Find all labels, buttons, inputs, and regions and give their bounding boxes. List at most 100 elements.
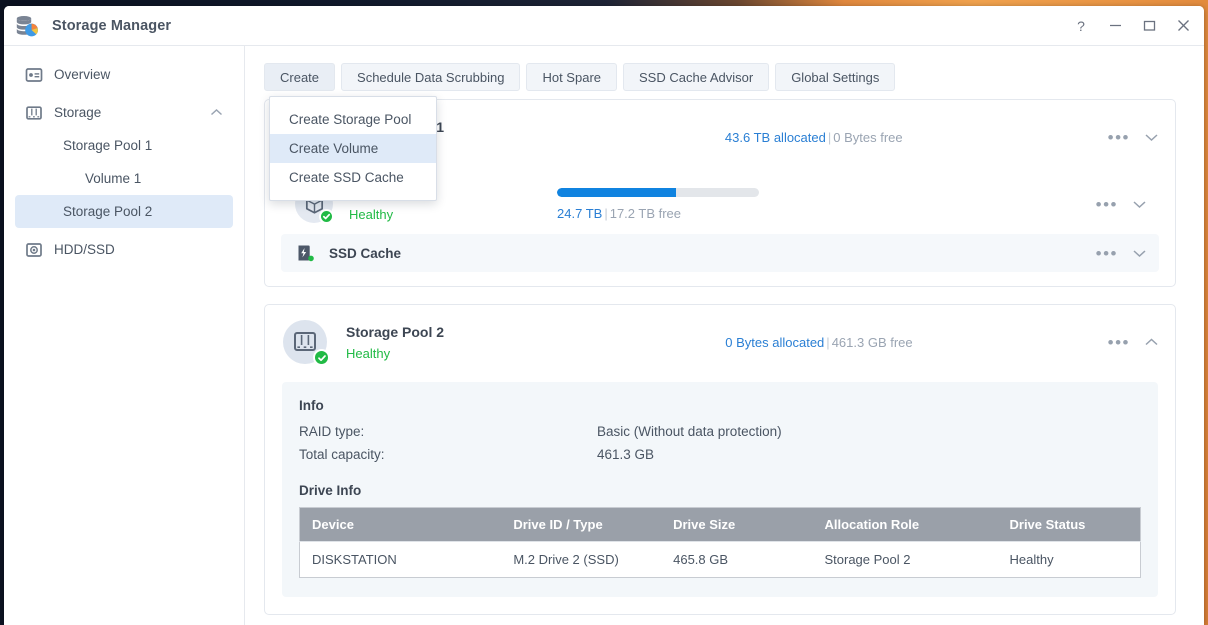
create-button[interactable]: Create [264,63,335,91]
status-badge-healthy-icon [313,349,330,366]
chevron-up-icon[interactable] [210,105,223,120]
volume-1-used: 24.7 TB [557,206,602,221]
storage-pool-2-texts: Storage Pool 2 Healthy [346,324,444,361]
schedule-data-scrubbing-button[interactable]: Schedule Data Scrubbing [341,63,520,91]
separator: | [824,335,831,350]
volume-1-usage: 24.7 TB|17.2 TB free [557,188,762,221]
global-settings-button[interactable]: Global Settings [775,63,895,91]
cell-drive-size: 465.8 GB [661,542,812,578]
main-content: Create Schedule Data Scrubbing Hot Spare… [245,46,1204,625]
menu-item-create-volume[interactable]: Create Volume [270,134,436,163]
more-options-icon[interactable]: ••• [1108,129,1130,146]
drive-info-table-head: Device Drive ID / Type Drive Size Alloca… [300,508,1141,542]
volume-1-status: Healthy [349,207,408,222]
info-key: RAID type: [299,424,597,439]
info-row: Total capacity: 461.3 GB [299,447,1141,462]
sidebar-item-label: Storage Pool 1 [63,138,152,153]
sidebar-item-label: HDD/SSD [54,242,115,257]
close-icon[interactable] [1166,9,1200,43]
sidebar-item-hdd-ssd[interactable]: HDD/SSD [15,233,233,266]
sidebar-item-storage[interactable]: Storage [15,96,233,129]
sidebar-item-volume-1[interactable]: Volume 1 [15,162,233,195]
volume-1-capacity: 24.7 TB|17.2 TB free [557,206,762,221]
cell-device: DISKSTATION [300,542,502,578]
more-options-icon[interactable]: ••• [1096,245,1118,262]
storage-pool-2-meta: 0 Bytes allocated|461.3 GB free [725,335,912,350]
ssd-cache-row[interactable]: SSD Cache ••• [281,234,1159,272]
cell-drive-id-type: M.2 Drive 2 (SSD) [501,542,661,578]
storage-pool-2-name: Storage Pool 2 [346,324,444,340]
storage-pool-1-meta: 43.6 TB allocated|0 Bytes free [725,130,903,145]
maximize-icon[interactable] [1132,9,1166,43]
ssd-cache-actions: ••• [1096,245,1147,262]
ssd-cache-icon [295,243,315,263]
chevron-down-icon[interactable] [1132,248,1147,258]
status-badge-healthy-icon [319,209,334,224]
volume-1-actions: ••• [1096,196,1147,213]
info-value: Basic (Without data protection) [597,424,782,439]
column-drive-status: Drive Status [998,508,1141,542]
table-header-row: Device Drive ID / Type Drive Size Alloca… [300,508,1141,542]
sidebar-item-label: Overview [54,67,110,82]
window-controls: ? [1064,9,1200,43]
storage-pool-1-allocated: 43.6 TB allocated [725,130,826,145]
toolbar: Create Schedule Data Scrubbing Hot Spare… [264,63,1176,91]
storage-pool-icon [283,320,327,364]
storage-pool-2-status: Healthy [346,346,444,361]
storage-manager-window: Storage Manager ? [4,6,1204,625]
storage-pool-2-allocated: 0 Bytes allocated [725,335,824,350]
separator: | [602,206,609,221]
storage-pool-2-free: 461.3 GB free [832,335,913,350]
ssd-cache-label: SSD Cache [329,246,401,261]
overview-icon [25,66,43,84]
sidebar-item-label: Storage [54,105,101,120]
more-options-icon[interactable]: ••• [1108,334,1130,351]
menu-item-create-ssd-cache[interactable]: Create SSD Cache [270,163,436,192]
chevron-up-icon[interactable] [1144,337,1159,347]
info-key: Total capacity: [299,447,597,462]
help-button[interactable]: ? [1064,9,1098,43]
window-titlebar: Storage Manager ? [4,6,1204,46]
minimize-icon[interactable] [1098,9,1132,43]
sidebar-item-storage-pool-1[interactable]: Storage Pool 1 [15,129,233,162]
storage-pool-2-card: Storage Pool 2 Healthy 0 Bytes allocated… [264,304,1176,615]
info-value: 461.3 GB [597,447,654,462]
sidebar-item-overview[interactable]: Overview [15,58,233,91]
storage-pool-1-capacity: 43.6 TB allocated|0 Bytes free [725,130,903,145]
volume-1-free: 17.2 TB free [610,206,681,221]
storage-pool-2-actions: ••• [1108,334,1159,351]
sidebar-item-storage-pool-2[interactable]: Storage Pool 2 [15,195,233,228]
storage-icon [25,104,43,122]
storage-pool-1-actions: ••• [1108,129,1159,146]
drive-info-table: Device Drive ID / Type Drive Size Alloca… [299,507,1141,578]
sidebar-item-label: Volume 1 [85,171,141,186]
storage-pool-1-free: 0 Bytes free [833,130,902,145]
menu-item-create-storage-pool[interactable]: Create Storage Pool [270,105,436,134]
volume-1-usage-bar [557,188,759,197]
table-row[interactable]: DISKSTATION M.2 Drive 2 (SSD) 465.8 GB S… [300,542,1141,578]
column-drive-id-type: Drive ID / Type [501,508,661,542]
ssd-cache-advisor-button[interactable]: SSD Cache Advisor [623,63,769,91]
drive-info-table-body: DISKSTATION M.2 Drive 2 (SSD) 465.8 GB S… [300,542,1141,578]
window-title: Storage Manager [52,18,171,34]
hot-spare-button[interactable]: Hot Spare [526,63,617,91]
hdd-ssd-icon [25,241,43,259]
storage-pool-2-capacity: 0 Bytes allocated|461.3 GB free [725,335,912,350]
info-heading: Info [299,398,1141,413]
chevron-down-icon[interactable] [1144,132,1159,142]
column-device: Device [300,508,502,542]
more-options-icon[interactable]: ••• [1096,196,1118,213]
storage-pool-2-header[interactable]: Storage Pool 2 Healthy 0 Bytes allocated… [265,305,1175,379]
ssd-cache-label-group: SSD Cache [295,243,401,263]
chevron-down-icon[interactable] [1132,199,1147,209]
drive-info-heading: Drive Info [299,483,1141,498]
sidebar: Overview Storage [4,46,245,625]
column-drive-size: Drive Size [661,508,812,542]
storage-pool-2-info-panel: Info RAID type: Basic (Without data prot… [282,382,1158,597]
info-row: RAID type: Basic (Without data protectio… [299,424,1141,439]
sidebar-item-label: Storage Pool 2 [63,204,152,219]
cell-allocation-role: Storage Pool 2 [812,542,997,578]
column-allocation-role: Allocation Role [812,508,997,542]
cell-drive-status: Healthy [998,542,1141,578]
storage-manager-icon [14,13,40,39]
